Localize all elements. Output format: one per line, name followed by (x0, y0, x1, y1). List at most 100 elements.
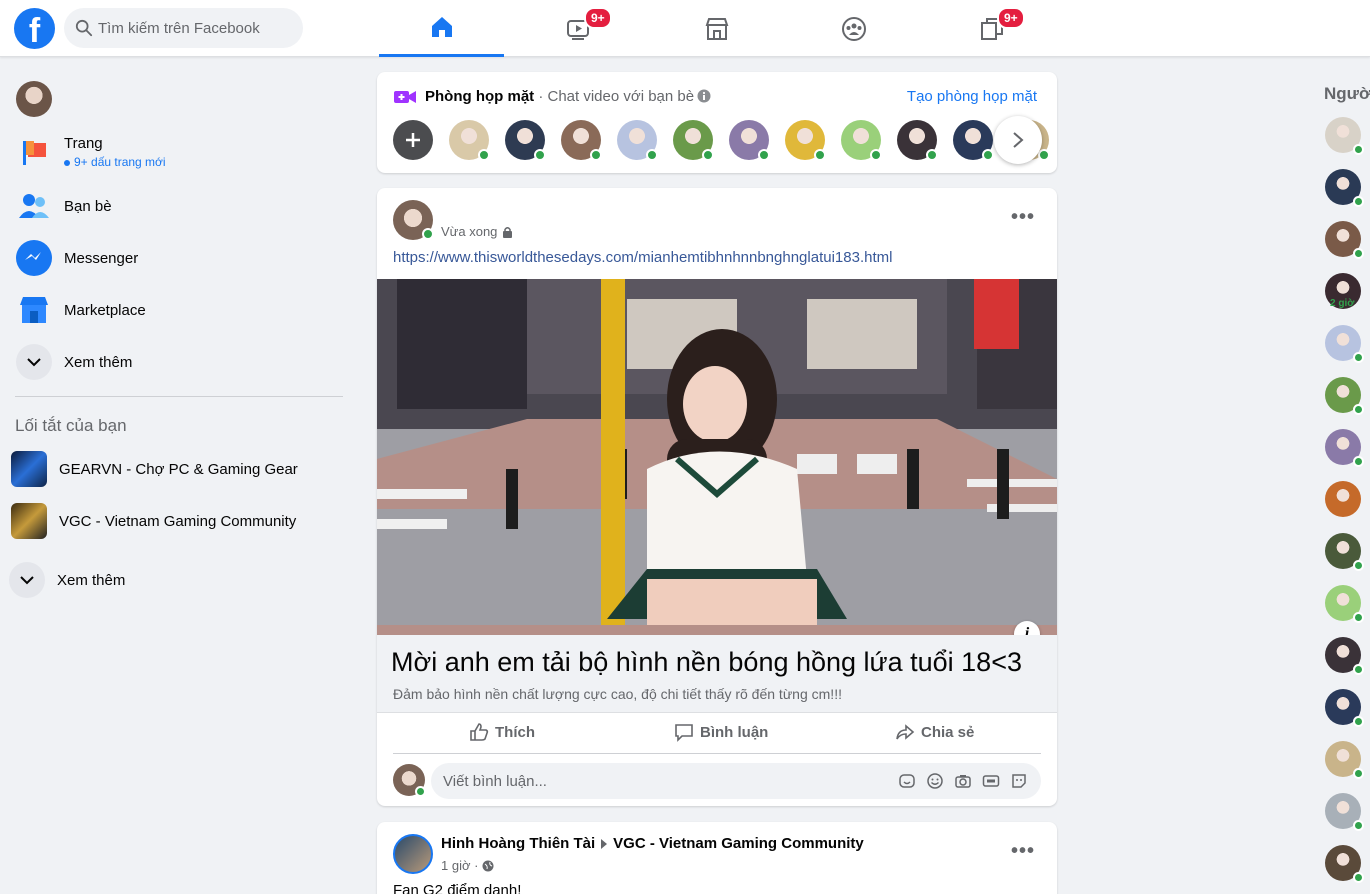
shortcut-gearvn[interactable]: GEARVN - Chợ PC & Gaming Gear (8, 443, 348, 495)
share-button[interactable]: Chia sẻ (895, 722, 974, 742)
street-photo (377, 279, 1057, 635)
contact-avatar[interactable] (1325, 585, 1364, 623)
sidebar-item-friends[interactable]: Bạn bè (8, 180, 348, 232)
comment-composer[interactable] (431, 763, 1041, 799)
gaming-badge: 9+ (997, 7, 1025, 29)
search-input[interactable] (98, 8, 298, 48)
shortcuts-see-more-button[interactable]: Xem thêm (1, 554, 341, 606)
tab-marketplace[interactable] (654, 0, 779, 57)
post-divider (393, 753, 1041, 754)
post-time[interactable]: Vừa xong (441, 224, 497, 239)
post-text: Fan G2 điểm danh! (393, 882, 522, 894)
avatar (16, 81, 52, 117)
post-author[interactable]: Hinh Hoàng Thiên Tài (441, 835, 595, 852)
online-indicator (1038, 149, 1050, 161)
tab-watch[interactable]: 9+ (516, 0, 641, 57)
shortcut-vgc[interactable]: VGC - Vietnam Gaming Community (8, 495, 348, 547)
contact-avatar[interactable] (1325, 845, 1364, 883)
contact-avatar[interactable] (1325, 689, 1364, 727)
top-navbar: f 9+ 9+ (0, 0, 1370, 57)
contact-avatar[interactable] (1325, 377, 1364, 415)
share-label: Chia sẻ (921, 723, 975, 741)
share-icon (896, 724, 915, 740)
sidebar-item-profile[interactable] (8, 73, 348, 125)
info-icon[interactable] (697, 89, 711, 103)
contact-avatar[interactable] (1325, 429, 1364, 467)
shortcuts-heading: Lối tắt của bạn (15, 416, 127, 435)
online-indicator (1353, 716, 1364, 727)
comment-label: Bình luận (700, 723, 769, 741)
vgc-group-thumbnail (11, 503, 47, 539)
sidebar-item-pages[interactable]: Trang 9+ dấu trang mới (8, 126, 348, 178)
pages-new-text: 9+ dấu trang mới (74, 155, 166, 169)
post-time[interactable]: 1 giờ · (441, 858, 478, 873)
post-card: Vừa xong ••• https://www.thisworldthesed… (377, 188, 1057, 806)
flag-icon (16, 134, 52, 170)
contact-avatar[interactable] (1325, 117, 1364, 155)
sidebar-item-label: Bạn bè (64, 197, 112, 215)
link-preview-image[interactable] (377, 279, 1057, 635)
comment-input[interactable] (443, 763, 843, 799)
search-box[interactable] (64, 8, 303, 48)
tab-groups[interactable] (791, 0, 916, 57)
search-icon (75, 19, 93, 37)
sidebar-item-label: Marketplace (64, 301, 146, 319)
post-meta: 1 giờ · (441, 858, 494, 873)
online-indicator (415, 786, 426, 797)
author-avatar[interactable] (393, 834, 433, 874)
post-link[interactable]: https://www.thisworldthesedays.com/mianh… (393, 249, 892, 266)
contacts-heading: Người liên hệ (1324, 84, 1370, 103)
online-indicator (1353, 352, 1364, 363)
notification-dot (64, 159, 70, 166)
like-label: Thích (495, 723, 535, 741)
online-indicator (1353, 196, 1364, 207)
online-indicator (758, 149, 770, 161)
sidebar-item-label: Xem thêm (57, 571, 126, 589)
contact-avatar[interactable] (1325, 325, 1364, 363)
video-camera-icon (394, 91, 416, 103)
contact-avatar[interactable] (1325, 221, 1364, 259)
sticker-face-icon[interactable] (1010, 772, 1028, 790)
sidebar-item-messenger[interactable]: Messenger (8, 232, 348, 284)
comment-button[interactable]: Bình luận (674, 722, 768, 742)
sidebar-item-label: Xem thêm (64, 353, 133, 371)
camera-icon[interactable] (954, 772, 972, 790)
facebook-logo-icon[interactable]: f (14, 8, 55, 50)
contact-avatar[interactable] (1325, 741, 1364, 779)
gif-icon[interactable] (982, 772, 1000, 790)
rooms-title-text: Phòng họp mặt (425, 88, 535, 105)
rooms-subtitle: · Chat video với bạn bè (534, 88, 695, 105)
contact-avatar[interactable] (1325, 481, 1361, 517)
contact-avatar[interactable] (1325, 169, 1364, 207)
shop-icon (16, 292, 52, 328)
contact-avatar[interactable] (1325, 637, 1364, 675)
tab-gaming[interactable]: 9+ (929, 0, 1054, 57)
online-indicator (1353, 820, 1364, 831)
post-options-icon[interactable]: ••• (1011, 840, 1035, 863)
create-room-button[interactable] (393, 120, 433, 160)
tab-home[interactable] (379, 0, 504, 57)
online-indicator (534, 149, 546, 161)
contact-avatar[interactable] (1325, 533, 1364, 571)
create-room-link[interactable]: Tạo phòng họp mặt (907, 88, 1037, 105)
link-preview-text[interactable]: Mời anh em tải bộ hình nền bóng hồng lứa… (377, 635, 1057, 713)
post-card: Hinh Hoàng Thiên Tài VGC - Vietnam Gamin… (377, 822, 1057, 894)
sidebar-see-more-button[interactable]: Xem thêm (8, 336, 348, 388)
shop-icon (705, 17, 728, 40)
post-options-icon[interactable]: ••• (1011, 206, 1035, 229)
contact-avatar[interactable] (1325, 793, 1364, 831)
online-indicator (1353, 248, 1364, 259)
online-indicator (870, 149, 882, 161)
online-indicator (702, 149, 714, 161)
like-button[interactable]: Thích (469, 722, 535, 742)
sticker-icon[interactable] (898, 772, 916, 790)
chevron-right-icon (1013, 132, 1024, 148)
post-group[interactable]: VGC - Vietnam Gaming Community (613, 835, 864, 852)
emoji-icon[interactable] (926, 772, 944, 790)
pages-new-notice: 9+ dấu trang mới (64, 155, 166, 169)
sidebar-item-marketplace[interactable]: Marketplace (8, 284, 348, 336)
rooms-next-button[interactable] (994, 116, 1042, 164)
online-indicator (926, 149, 938, 161)
chevron-down-icon (9, 562, 45, 598)
online-indicator (1353, 612, 1364, 623)
